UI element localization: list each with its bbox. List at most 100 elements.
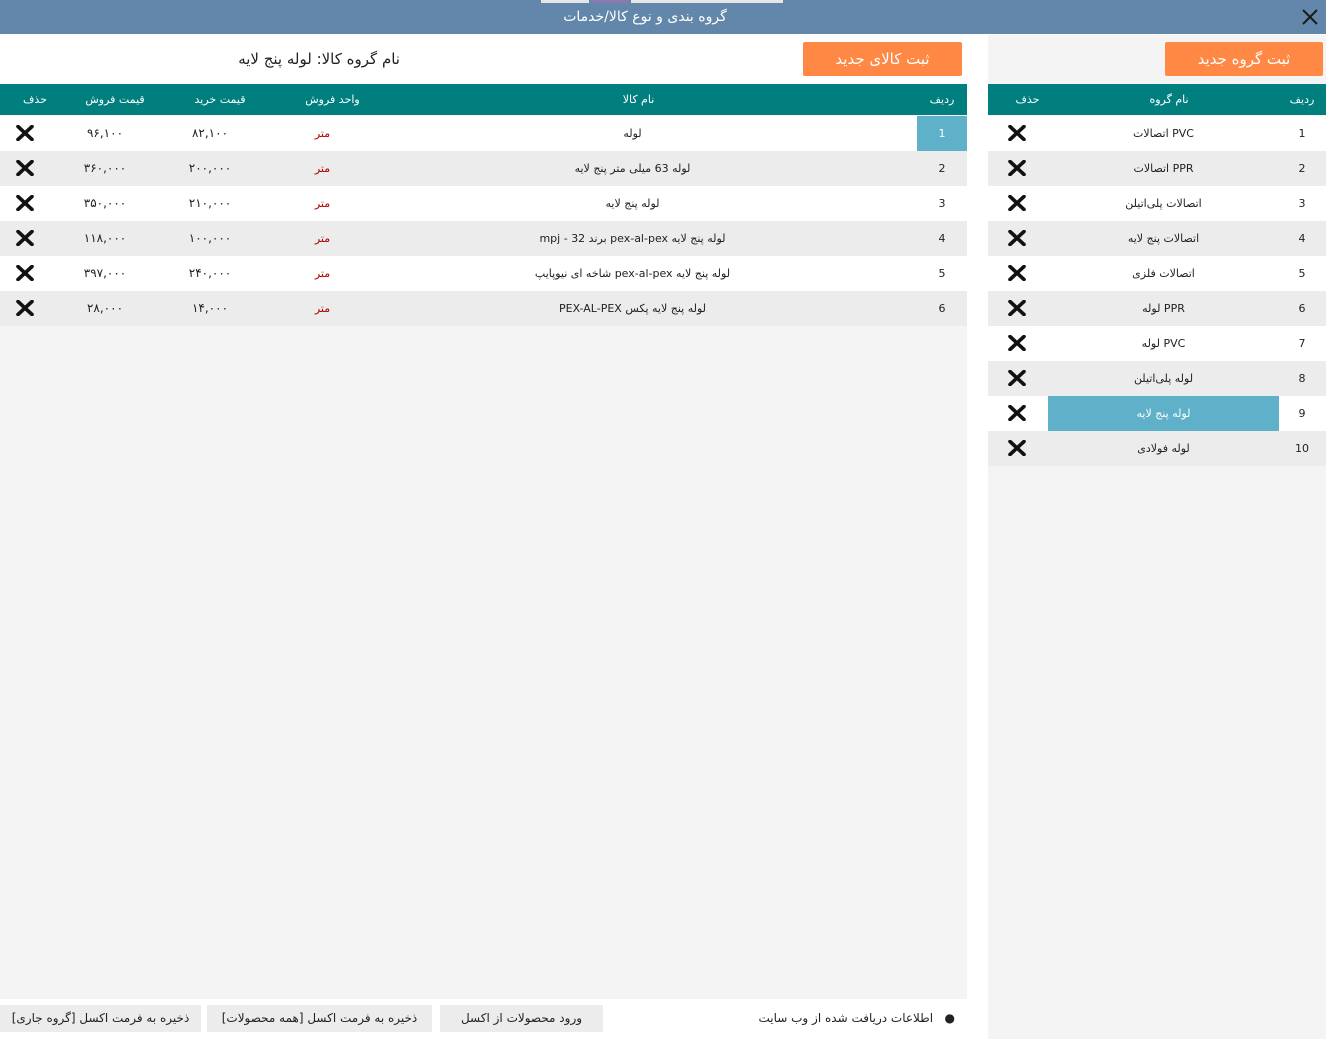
products-col-delete: حذف <box>23 93 47 106</box>
group-row[interactable]: 9 لوله پنج لایه <box>988 396 1326 431</box>
delete-icon[interactable] <box>10 151 40 186</box>
product-row-number: 4 <box>938 232 946 245</box>
delete-icon[interactable] <box>1002 291 1032 326</box>
product-row-unit: متر <box>314 162 331 175</box>
delete-icon[interactable] <box>10 186 40 221</box>
product-row-unit: متر <box>314 127 331 140</box>
group-row-number: 1 <box>1298 127 1306 140</box>
product-row-buy-price: ۱۰۰,۰۰۰ <box>188 231 232 245</box>
product-row-unit: متر <box>314 302 331 315</box>
product-row-sell-price: ۳۵۰,۰۰۰ <box>83 196 127 210</box>
product-row-name: لوله پنج لایه <box>605 197 660 210</box>
group-row-name: لوله پنج لایه <box>1048 396 1279 431</box>
group-row[interactable]: 10 لوله فولادی <box>988 431 1326 466</box>
products-col-name: نام کالا <box>622 93 655 106</box>
product-row-buy-price: ۲۰۰,۰۰۰ <box>188 161 232 175</box>
product-row-number: 1 <box>917 116 967 151</box>
group-row[interactable]: 2 اتصالات PPR <box>988 151 1326 186</box>
groups-col-delete: حذف <box>1015 93 1040 106</box>
product-row-name: لوله 63 میلی متر پنج لایه <box>574 162 691 175</box>
group-row-name: لوله PPR <box>1142 302 1185 315</box>
products-col-buy: قیمت خرید <box>194 93 246 106</box>
group-row[interactable]: 8 لوله پلی‌اتیلن <box>988 361 1326 396</box>
products-table-header: ردیف نام کالا واحد فروش قیمت خرید قیمت ف… <box>0 84 967 115</box>
delete-icon[interactable] <box>1002 431 1032 466</box>
product-row[interactable]: 4 لوله پنج لایه pex-al-pex برند 32 - mpj م… <box>0 221 967 256</box>
product-row-buy-price: ۲۱۰,۰۰۰ <box>188 196 232 210</box>
product-row-unit: متر <box>314 197 331 210</box>
delete-icon[interactable] <box>1002 116 1032 151</box>
product-row-sell-price: ۲۸,۰۰۰ <box>86 301 124 315</box>
delete-icon[interactable] <box>1002 396 1032 431</box>
status-text: اطلاعات دریافت شده از وب سایت <box>758 1011 934 1025</box>
delete-icon[interactable] <box>10 291 40 326</box>
delete-icon[interactable] <box>1002 326 1032 361</box>
product-row-unit: متر <box>314 232 331 245</box>
product-row[interactable]: 3 لوله پنج لایه متر ۲۱۰,۰۰۰ ۳۵۰,۰۰۰ <box>0 186 967 221</box>
groups-col-name: نام گروه <box>1149 93 1189 106</box>
product-row[interactable]: 2 لوله 63 میلی متر پنج لایه متر ۲۰۰,۰۰۰ ۳۶۰,… <box>0 151 967 186</box>
group-row-number: 3 <box>1298 197 1306 210</box>
close-icon[interactable] <box>1298 5 1322 29</box>
group-row-number: 4 <box>1298 232 1306 245</box>
product-row-number: 6 <box>938 302 946 315</box>
product-row-number: 2 <box>938 162 946 175</box>
export-group-excel-button[interactable]: ذخیره به فرمت اکسل [گروه جاری] <box>0 1005 201 1032</box>
group-row-name: اتصالات فلزی <box>1132 267 1195 280</box>
group-row-name: لوله پلی‌اتیلن <box>1133 372 1194 385</box>
product-row[interactable]: 5 لوله پنج لایه pex-al-pex شاخه ای نیوپای… <box>0 256 967 291</box>
delete-icon[interactable] <box>10 116 40 151</box>
delete-icon[interactable] <box>10 256 40 291</box>
product-row-number: 5 <box>938 267 946 280</box>
product-row-name: لوله پنج لایه pex-al-pex شاخه ای نیوپایپ <box>534 267 731 280</box>
product-row[interactable]: 6 لوله پنج لایه پکس PEX-AL-PEX متر ۱۴,۰۰۰ ۲۸… <box>0 291 967 326</box>
product-row[interactable]: 1 لوله متر ۸۲,۱۰۰ ۹۶,۱۰۰ <box>0 116 967 151</box>
delete-icon[interactable] <box>1002 256 1032 291</box>
group-row[interactable]: 5 اتصالات فلزی <box>988 256 1326 291</box>
delete-icon[interactable] <box>1002 151 1032 186</box>
product-row-unit: متر <box>314 267 331 280</box>
delete-icon[interactable] <box>1002 361 1032 396</box>
product-row-sell-price: ۹۶,۱۰۰ <box>86 126 124 140</box>
group-name-text: نام گروه کالا: لوله پنج لایه <box>238 50 400 68</box>
group-row-number: 8 <box>1298 372 1306 385</box>
product-row-sell-price: ۳۶۰,۰۰۰ <box>83 161 127 175</box>
group-row-number: 10 <box>1295 442 1309 455</box>
new-product-button[interactable]: ثبت کالای جدید <box>803 42 962 76</box>
delete-icon[interactable] <box>10 221 40 256</box>
group-row-number: 5 <box>1298 267 1306 280</box>
product-row-sell-price: ۱۱۸,۰۰۰ <box>83 231 127 245</box>
import-excel-button[interactable]: ورود محصولات از اکسل <box>440 1005 603 1032</box>
delete-icon[interactable] <box>1002 221 1032 256</box>
group-row-name: اتصالات پلی‌اتیلن <box>1125 197 1202 210</box>
group-row-name: لوله فولادی <box>1137 442 1190 455</box>
group-row-name: اتصالات PPR <box>1133 162 1194 175</box>
group-row-number: 2 <box>1298 162 1306 175</box>
group-row[interactable]: 1 اتصالات PVC <box>988 116 1326 151</box>
current-group-label: نام گروه کالا: لوله پنج لایه <box>0 35 410 83</box>
group-row-name: اتصالات PVC <box>1133 127 1194 140</box>
export-all-excel-button[interactable]: ذخیره به فرمت اکسل [همه محصولات] <box>207 1005 432 1032</box>
window-titlebar: گروه بندی و نوع کالا/خدمات <box>0 0 1326 34</box>
product-row-buy-price: ۱۴,۰۰۰ <box>191 301 229 315</box>
group-row[interactable]: 7 لوله PVC <box>988 326 1326 361</box>
groups-col-row: ردیف <box>1289 93 1315 106</box>
products-col-unit: واحد فروش <box>305 93 360 106</box>
group-row-number: 7 <box>1298 337 1306 350</box>
group-row[interactable]: 3 اتصالات پلی‌اتیلن <box>988 186 1326 221</box>
status-bullet-icon: ● <box>933 1011 955 1025</box>
group-row-name: اتصالات پنج لایه <box>1127 232 1200 245</box>
product-row-buy-price: ۲۴۰,۰۰۰ <box>188 266 232 280</box>
product-row-number: 3 <box>938 197 946 210</box>
products-col-sell: قیمت فروش <box>85 93 145 106</box>
status-area: ● اطلاعات دریافت شده از وب سایت <box>745 1005 955 1032</box>
new-group-button[interactable]: ثبت گروه جدید <box>1165 42 1323 76</box>
product-row-name: لوله پنج لایه pex-al-pex برند 32 - mpj <box>539 232 726 245</box>
products-col-row: ردیف <box>929 93 955 106</box>
window-title: گروه بندی و نوع کالا/خدمات <box>563 9 727 25</box>
group-row-number: 9 <box>1298 407 1306 420</box>
groups-table-header: ردیف نام گروه حذف <box>988 84 1326 115</box>
group-row[interactable]: 6 لوله PPR <box>988 291 1326 326</box>
group-row[interactable]: 4 اتصالات پنج لایه <box>988 221 1326 256</box>
delete-icon[interactable] <box>1002 186 1032 221</box>
